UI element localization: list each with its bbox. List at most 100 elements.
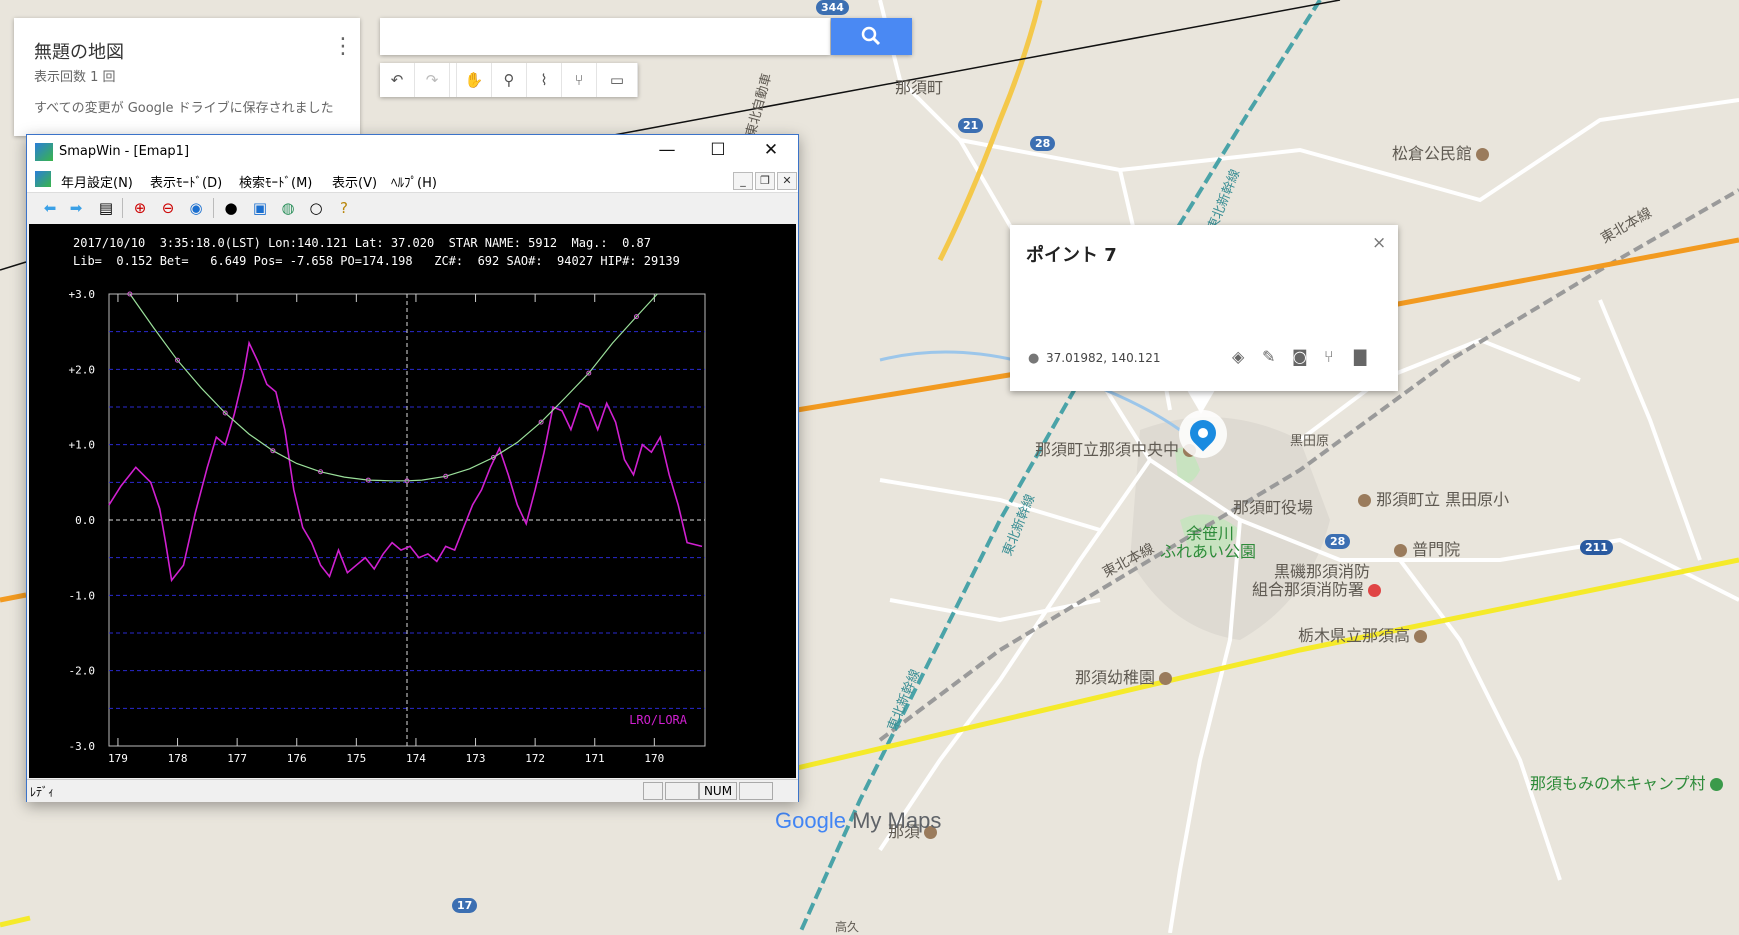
- smapwin-window: SmapWin - [Emap1] — ☐ ✕ 年月設定(N) 表示ﾓｰﾄﾞ(D…: [26, 134, 799, 802]
- marker-icon[interactable]: ⚲: [492, 63, 527, 97]
- window-titlebar[interactable]: SmapWin - [Emap1] — ☐ ✕: [27, 135, 798, 168]
- fire-station-icon: [1368, 584, 1382, 597]
- earth-icon[interactable]: ◉: [185, 197, 207, 219]
- status-text: ﾚﾃﾞｨ: [30, 785, 55, 799]
- y-tick-label: -2.0: [69, 665, 96, 678]
- x-tick-label: 179: [108, 752, 128, 765]
- school-icon: [1358, 494, 1371, 507]
- map-label-yosasa-2: ふれあい公園: [1160, 542, 1257, 561]
- momi-text: 那須もみの木キャンプ村: [1530, 774, 1706, 793]
- map-title[interactable]: 無題の地図: [34, 38, 124, 64]
- search-input[interactable]: [380, 18, 830, 55]
- menu-view[interactable]: 表示(V): [332, 172, 377, 191]
- fumon-text: 普門院: [1412, 540, 1461, 559]
- limb-profile-line: [108, 340, 703, 583]
- menu-date-settings[interactable]: 年月設定(N): [61, 172, 133, 191]
- chart-window-icon[interactable]: ▣: [249, 197, 271, 219]
- campsite-icon: [1709, 778, 1723, 791]
- maximize-icon[interactable]: ☐: [703, 140, 733, 160]
- child-close-icon[interactable]: ✕: [777, 172, 797, 190]
- child-restore-icon[interactable]: ❐: [755, 172, 775, 190]
- document-icon[interactable]: ▤: [95, 197, 117, 219]
- map-label-kurodahara: 那須町立 黒田原小: [1354, 486, 1509, 510]
- trash-icon[interactable]: ▇: [1354, 347, 1366, 366]
- menu-search-mode[interactable]: 検索ﾓｰﾄﾞ(M): [239, 172, 312, 191]
- status-panel: [665, 782, 699, 800]
- map-label-momi: 那須もみの木キャンプ村: [1530, 770, 1723, 794]
- forward-arrow-icon[interactable]: ➡: [65, 197, 87, 219]
- more-options-icon[interactable]: ⋮: [332, 36, 354, 60]
- y-tick-label: -1.0: [69, 589, 96, 602]
- zoom-out-icon[interactable]: ⊖: [157, 197, 179, 219]
- route-211-shield: 211: [1580, 540, 1613, 555]
- directions-icon[interactable]: ⑂: [1324, 347, 1334, 366]
- paint-bucket-icon[interactable]: ◈: [1232, 347, 1244, 366]
- nasu-high-text: 栃木県立那須高: [1298, 626, 1411, 645]
- route-21-shield: 21: [958, 118, 984, 133]
- route-28-shield: 28: [1325, 534, 1351, 549]
- minimize-icon[interactable]: —: [652, 140, 682, 160]
- y-tick-label: +3.0: [69, 288, 96, 301]
- infowindow: ポイント 7 × ● 37.01982, 140.121 ◈ ✎ ◙ ⑂ ▇: [1010, 225, 1398, 391]
- logo-google: Google: [775, 808, 846, 833]
- ruler-icon[interactable]: ▭: [597, 63, 638, 97]
- logo-mymaps: My Maps: [852, 808, 942, 833]
- y-tick-label: +2.0: [69, 363, 96, 376]
- search-button[interactable]: [831, 18, 912, 55]
- close-icon[interactable]: ✕: [756, 140, 786, 160]
- map-label-matsukura: 松倉公民館: [1392, 140, 1490, 164]
- child-minimize-icon[interactable]: _: [733, 172, 753, 190]
- x-tick-label: 177: [227, 752, 247, 765]
- circle-icon[interactable]: ○: [305, 197, 327, 219]
- map-label-fire-2: 組合那須消防署: [1252, 576, 1382, 600]
- x-tick-label: 174: [406, 752, 426, 765]
- statusbar: ﾚﾃﾞｨ NUM: [27, 779, 798, 802]
- nasu-chuo-text: 那須町立那須中央中: [1035, 440, 1180, 459]
- infowindow-title: ポイント 7: [1026, 245, 1117, 266]
- x-tick-label: 175: [346, 752, 366, 765]
- black-moon-icon[interactable]: ●: [220, 197, 242, 219]
- kurodahara-text: 那須町立 黒田原小: [1376, 490, 1510, 509]
- infowindow-coordinates: 37.01982, 140.121: [1046, 351, 1161, 365]
- poi-icon: [1476, 148, 1490, 161]
- map-label-kindergarten: 那須幼稚園: [1075, 664, 1173, 688]
- help-icon[interactable]: ?: [333, 197, 355, 219]
- menu-help[interactable]: ﾍﾙﾌﾟ(H): [391, 172, 437, 191]
- menubar: 年月設定(N) 表示ﾓｰﾄﾞ(D) 検索ﾓｰﾄﾞ(M) 表示(V) ﾍﾙﾌﾟ(H…: [27, 168, 798, 192]
- icon-toolbar: ⬅ ➡ ▤ ⊕ ⊖ ◉ ● ▣ ◍ ○ ?: [27, 192, 798, 223]
- toolbar-separator: [122, 198, 123, 218]
- toolbar-separator: [213, 198, 214, 218]
- globe-icon[interactable]: ◍: [277, 197, 299, 219]
- map-label-nasu-high: 栃木県立那須高: [1298, 622, 1428, 646]
- document-icon[interactable]: [35, 171, 51, 187]
- kindergarten-text: 那須幼稚園: [1075, 668, 1156, 687]
- x-tick-label: 170: [644, 752, 664, 765]
- x-tick-label: 172: [525, 752, 545, 765]
- y-tick-label: -3.0: [69, 740, 96, 753]
- route-28-shield: 28: [1030, 136, 1056, 151]
- directions-icon[interactable]: ⑂: [562, 63, 597, 97]
- route-17-shield: 17: [452, 898, 478, 913]
- app-icon: [35, 143, 53, 161]
- zoom-in-icon[interactable]: ⊕: [129, 197, 151, 219]
- pencil-icon[interactable]: ✎: [1262, 347, 1275, 366]
- status-panel: [739, 782, 773, 800]
- menu-display-mode[interactable]: 表示ﾓｰﾄﾞ(D): [150, 172, 222, 191]
- map-toolbar: ↶ ↷ ✋ ⚲ ⌇ ⑂ ▭: [380, 63, 638, 97]
- hand-icon[interactable]: ✋: [456, 63, 492, 97]
- draw-line-icon[interactable]: ⌇: [527, 63, 562, 97]
- back-arrow-icon[interactable]: ⬅: [39, 197, 61, 219]
- x-tick-label: 173: [466, 752, 486, 765]
- close-icon[interactable]: ×: [1372, 233, 1386, 253]
- window-title: SmapWin - [Emap1]: [59, 144, 190, 159]
- status-panel: [643, 782, 663, 800]
- x-tick-label: 178: [168, 752, 188, 765]
- chart-area[interactable]: 2017/10/10 3:35:18.0(LST) Lon:140.121 La…: [29, 224, 796, 778]
- undo-icon[interactable]: ↶: [380, 63, 415, 97]
- school-icon: [1414, 630, 1428, 643]
- redo-icon[interactable]: ↷: [415, 63, 450, 97]
- save-status: すべての変更が Google ドライブに保存されました: [34, 101, 334, 116]
- google-mymaps-logo: Google My Maps: [775, 808, 941, 834]
- map-label-takaku: 高久: [835, 920, 860, 934]
- camera-icon[interactable]: ◙: [1292, 347, 1308, 366]
